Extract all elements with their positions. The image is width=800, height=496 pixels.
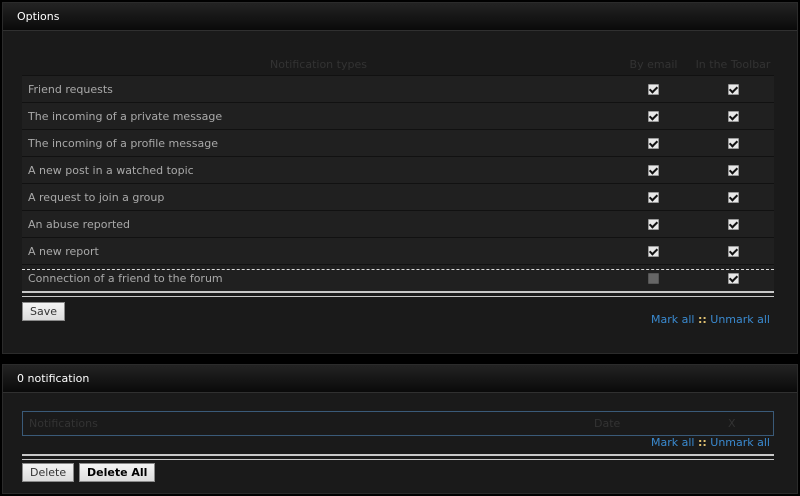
col-notifications: Notifications: [29, 417, 98, 430]
notifications-list: Notifications Date X: [22, 411, 774, 436]
option-row: A new report: [22, 237, 774, 265]
email-cell: [615, 102, 692, 130]
toolbar-cell: [692, 129, 774, 157]
options-mark-links: Mark all :: Unmark all: [651, 313, 770, 326]
delete-all-button[interactable]: Delete All: [79, 463, 156, 482]
mark-all-link[interactable]: Mark all: [651, 313, 694, 326]
unmark-all-link[interactable]: Unmark all: [710, 313, 770, 326]
toolbar-cell: [692, 183, 774, 211]
toolbar-cell: [692, 237, 774, 265]
toolbar-checkbox[interactable]: [727, 165, 739, 176]
toolbar-cell: [692, 102, 774, 130]
email-cell: [615, 237, 692, 265]
email-cell: [615, 183, 692, 211]
notifications-title: 0 notification: [3, 365, 797, 393]
col-in-toolbar: In the Toolbar: [695, 57, 771, 71]
email-checkbox[interactable]: [648, 165, 659, 176]
option-label: A request to join a group: [22, 183, 615, 211]
col-date: Date: [594, 417, 621, 430]
double-divider: [22, 291, 774, 297]
toolbar-checkbox[interactable]: [727, 84, 739, 95]
options-title: Options: [3, 3, 797, 31]
notifications-mark-links: Mark all :: Unmark all: [651, 436, 770, 449]
toolbar-checkbox[interactable]: [727, 246, 739, 257]
col-delete-x: X: [728, 417, 736, 430]
option-label: The incoming of a profile message: [22, 129, 615, 157]
toolbar-cell: [692, 210, 774, 238]
toolbar-cell: [692, 156, 774, 184]
options-panel: Options Notification types By email In t…: [2, 2, 798, 354]
toolbar-cell: [692, 75, 774, 103]
option-row: The incoming of a profile message: [22, 129, 774, 157]
option-row: A new post in a watched topic: [22, 156, 774, 184]
mark-all-link[interactable]: Mark all: [651, 436, 694, 449]
email-checkbox[interactable]: [648, 111, 659, 122]
email-checkbox[interactable]: [648, 219, 659, 230]
col-by-email: By email: [629, 57, 678, 71]
option-row: A request to join a group: [22, 183, 774, 211]
email-cell: [615, 129, 692, 157]
options-rows: Friend requests The incoming of a private…: [22, 75, 774, 291]
email-cell: [615, 75, 692, 103]
option-row: The incoming of a private message: [22, 102, 774, 130]
unmark-all-link[interactable]: Unmark all: [710, 436, 770, 449]
delete-button[interactable]: Delete: [22, 463, 75, 482]
save-button[interactable]: Save: [22, 302, 66, 321]
toolbar-checkbox[interactable]: [727, 138, 739, 149]
col-notification-types: Notification types: [270, 57, 367, 71]
option-label: Friend requests: [22, 75, 615, 103]
option-label: A new post in a watched topic: [22, 156, 615, 184]
email-cell: [615, 210, 692, 238]
email-checkbox[interactable]: [648, 192, 659, 203]
option-label: A new report: [22, 237, 615, 265]
email-checkbox[interactable]: [648, 246, 659, 257]
email-checkbox[interactable]: [648, 138, 659, 149]
mark-separator: ::: [697, 313, 707, 326]
toolbar-checkbox[interactable]: [727, 111, 739, 122]
toolbar-checkbox[interactable]: [727, 192, 739, 203]
email-checkbox[interactable]: [648, 273, 659, 284]
option-row: Friend requests: [22, 75, 774, 103]
toolbar-checkbox[interactable]: [727, 273, 739, 284]
email-checkbox[interactable]: [648, 84, 659, 95]
double-divider: [22, 454, 774, 460]
option-label: An abuse reported: [22, 210, 615, 238]
toolbar-checkbox[interactable]: [727, 219, 739, 230]
mark-separator: ::: [697, 436, 707, 449]
dotted-divider: [22, 269, 774, 270]
option-row: An abuse reported: [22, 210, 774, 238]
option-label: The incoming of a private message: [22, 102, 615, 130]
notifications-panel: 0 notification Notifications Date X Mark…: [2, 364, 798, 494]
notification-options-table: Notification types By email In the Toolb…: [22, 53, 774, 291]
email-cell: [615, 156, 692, 184]
